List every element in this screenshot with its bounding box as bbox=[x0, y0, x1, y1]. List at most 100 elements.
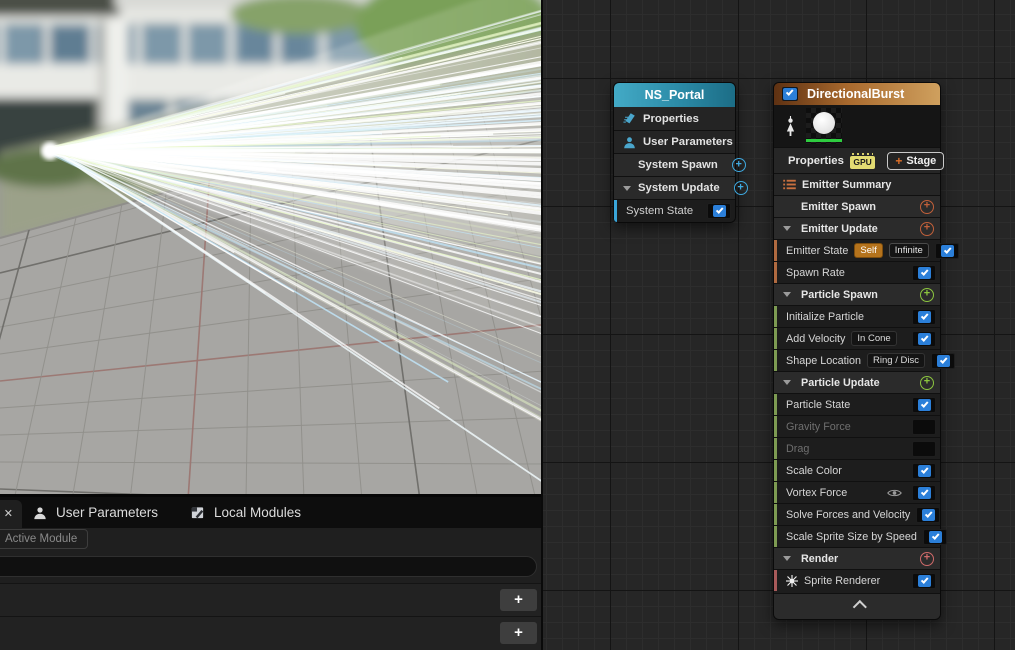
module-row-system-state[interactable]: System State bbox=[614, 199, 735, 222]
person-icon bbox=[34, 506, 46, 519]
gpu-badge: GPU bbox=[849, 152, 876, 169]
parameter-section-row: + bbox=[0, 583, 541, 616]
group-row-particle-update[interactable]: Particle Update + bbox=[774, 371, 940, 393]
emitter-thumbnail[interactable] bbox=[806, 108, 842, 144]
module-row-scale-color[interactable]: Scale Color bbox=[774, 459, 940, 481]
module-enabled-checkbox[interactable] bbox=[912, 484, 936, 501]
module-enabled-checkbox[interactable] bbox=[930, 352, 955, 369]
system-update-group[interactable]: System Update + bbox=[614, 176, 748, 199]
system-spawn-group[interactable]: System Spawn + bbox=[614, 153, 746, 176]
module-label: Initialize Particle bbox=[786, 310, 865, 323]
module-label: Shape Location bbox=[786, 354, 862, 367]
system-properties-row[interactable]: Properties bbox=[614, 107, 735, 130]
module-enabled-checkbox[interactable] bbox=[916, 506, 941, 523]
active-module-filter[interactable]: Active Module bbox=[0, 529, 88, 549]
module-enabled-checkbox[interactable] bbox=[912, 418, 936, 435]
parameter-section-row: + bbox=[0, 616, 541, 650]
add-module-button[interactable]: + bbox=[920, 199, 934, 214]
add-stage-button[interactable]: + Stage bbox=[887, 151, 945, 170]
system-node-header[interactable]: NS_Portal bbox=[614, 83, 735, 107]
module-enabled-checkbox[interactable] bbox=[707, 203, 732, 219]
add-module-button[interactable]: + bbox=[731, 158, 746, 172]
collapse-arrow-icon[interactable] bbox=[783, 380, 791, 385]
thumbnail-status-bar bbox=[806, 139, 842, 142]
module-label: Solve Forces and Velocity bbox=[786, 508, 911, 521]
stage-label: Stage bbox=[906, 154, 937, 167]
module-row-solve-forces[interactable]: Solve Forces and Velocity bbox=[774, 503, 941, 525]
emitter-node-header[interactable]: DirectionalBurst bbox=[774, 83, 940, 105]
module-enabled-checkbox[interactable] bbox=[934, 242, 959, 259]
preview-viewport[interactable] bbox=[0, 0, 541, 494]
module-row-gravity-force[interactable]: Gravity Force bbox=[774, 415, 940, 437]
scalability-badge: Self bbox=[854, 243, 883, 258]
module-enabled-checkbox[interactable] bbox=[912, 330, 936, 347]
module-row-particle-state[interactable]: Particle State bbox=[774, 393, 940, 415]
group-label: Emitter Spawn bbox=[801, 200, 876, 213]
group-row-emitter-update[interactable]: Emitter Update + bbox=[774, 217, 940, 239]
module-label: Gravity Force bbox=[786, 420, 851, 433]
tab-user-parameters[interactable]: User Parameters bbox=[33, 497, 158, 528]
close-icon[interactable]: ✕ bbox=[4, 508, 13, 520]
user-parameters-content: Active Module + + bbox=[0, 528, 541, 650]
tab-local-modules[interactable]: Local Modules bbox=[190, 497, 301, 528]
module-enabled-checkbox[interactable] bbox=[912, 462, 936, 479]
search-input[interactable] bbox=[0, 556, 537, 577]
burst-origin-glow bbox=[41, 142, 59, 160]
module-enabled-checkbox[interactable] bbox=[922, 528, 947, 545]
emitter-properties-row[interactable]: Properties GPU + Stage bbox=[774, 147, 945, 173]
module-label: Add Velocity bbox=[786, 332, 846, 345]
group-row-emitter-spawn[interactable]: Emitter Spawn + bbox=[774, 195, 940, 217]
emitter-node[interactable]: DirectionalBurst Properties GPU + Stage … bbox=[773, 82, 959, 620]
emitter-summary-row[interactable]: Emitter Summary bbox=[774, 173, 940, 195]
add-module-button[interactable]: + bbox=[920, 375, 934, 390]
module-row-vortex-force[interactable]: Vortex Force bbox=[774, 481, 940, 503]
collapse-arrow-icon[interactable] bbox=[783, 226, 791, 231]
loop-badge: Infinite bbox=[888, 243, 929, 258]
module-enabled-checkbox[interactable] bbox=[912, 440, 936, 457]
tab-active-partial[interactable]: ✕ bbox=[0, 500, 22, 528]
module-label: Emitter State bbox=[786, 244, 849, 257]
visibility-eye-icon[interactable] bbox=[887, 488, 902, 498]
emitter-thumbnail-row[interactable] bbox=[774, 105, 940, 147]
module-label: Drag bbox=[786, 442, 810, 455]
module-enabled-checkbox[interactable] bbox=[912, 572, 936, 589]
module-row-scale-sprite-size[interactable]: Scale Sprite Size by Speed bbox=[774, 525, 947, 547]
system-user-parameters-row[interactable]: User Parameters bbox=[614, 130, 735, 153]
module-row-spawn-rate[interactable]: Spawn Rate bbox=[774, 261, 940, 283]
tab-label: Local Modules bbox=[214, 505, 302, 520]
sprite-preview bbox=[813, 112, 835, 134]
add-module-button[interactable]: + bbox=[733, 181, 748, 195]
module-row-drag[interactable]: Drag bbox=[774, 437, 940, 459]
emitter-enabled-checkbox[interactable] bbox=[782, 87, 798, 101]
add-renderer-button[interactable]: + bbox=[920, 551, 934, 566]
collapse-node-button[interactable] bbox=[774, 593, 940, 619]
collapse-arrow-icon[interactable] bbox=[783, 556, 791, 561]
collapse-arrow-icon[interactable] bbox=[623, 185, 631, 191]
group-label: System Update bbox=[638, 182, 720, 194]
row-label: Emitter Summary bbox=[802, 178, 892, 191]
add-parameter-button[interactable]: + bbox=[500, 622, 537, 644]
viewport-scene bbox=[0, 0, 541, 494]
person-icon bbox=[624, 136, 635, 148]
module-row-emitter-state[interactable]: Emitter State Self Infinite bbox=[774, 239, 959, 261]
collapse-arrow-icon[interactable] bbox=[783, 292, 791, 297]
system-node[interactable]: NS_Portal Properties User Parameters Sys… bbox=[613, 82, 748, 223]
group-row-particle-spawn[interactable]: Particle Spawn + bbox=[774, 283, 940, 305]
add-module-button[interactable]: + bbox=[920, 287, 934, 302]
row-label: User Parameters bbox=[643, 136, 733, 148]
module-label: Scale Color bbox=[786, 464, 842, 477]
module-row-add-velocity[interactable]: Add Velocity In Cone bbox=[774, 327, 940, 349]
group-label: System Spawn bbox=[638, 159, 718, 171]
group-row-render[interactable]: Render + bbox=[774, 547, 940, 569]
module-enabled-checkbox[interactable] bbox=[912, 308, 936, 325]
module-row-initialize-particle[interactable]: Initialize Particle bbox=[774, 305, 940, 327]
add-module-button[interactable]: + bbox=[920, 221, 934, 236]
add-parameter-button[interactable]: + bbox=[500, 589, 537, 611]
module-row-sprite-renderer[interactable]: Sprite Renderer bbox=[774, 569, 940, 591]
module-enabled-checkbox[interactable] bbox=[912, 396, 936, 413]
row-label: Properties bbox=[788, 154, 844, 167]
module-row-shape-location[interactable]: Shape Location Ring / Disc bbox=[774, 349, 955, 371]
sprite-renderer-icon bbox=[786, 574, 798, 587]
group-label: Particle Spawn bbox=[801, 288, 878, 301]
module-enabled-checkbox[interactable] bbox=[912, 264, 936, 281]
